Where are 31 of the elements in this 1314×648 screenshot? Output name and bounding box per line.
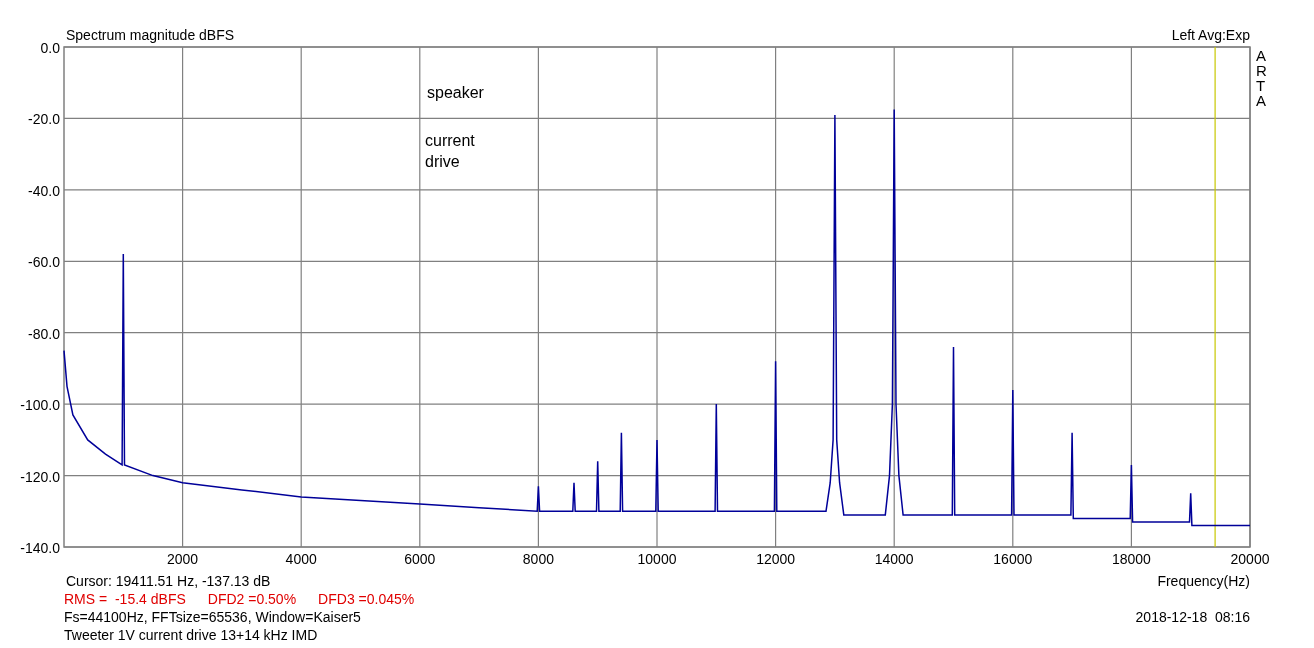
axis-tick-label: -20.0	[28, 111, 60, 128]
timestamp: 2018-12-18 08:16	[1135, 609, 1250, 627]
axis-tick-label: 8000	[522, 551, 554, 567]
axis-tick-label: 18000	[1111, 551, 1151, 567]
chart-title: Spectrum magnitude dBFS	[66, 27, 235, 43]
axis-tick-label: 6000	[404, 551, 436, 567]
axis-tick-label: -40.0	[28, 182, 60, 199]
measurement-text: DFD2 =0.50%	[207, 591, 297, 609]
axis-tick-label: 12000	[756, 551, 796, 567]
axis-tick-label: 14000	[874, 551, 914, 567]
axis-tick-label: 10000	[637, 551, 677, 567]
channel-info: Left Avg:Exp	[1171, 27, 1250, 43]
measurement-text: RMS = -15.4 dBFS	[64, 591, 186, 609]
x-axis-label: Frequency(Hz)	[1157, 573, 1250, 591]
axis-tick-label: 4000	[285, 551, 317, 567]
axis-tick-label: 2000	[167, 551, 199, 567]
axis-tick-label: -100.0	[20, 397, 60, 414]
settings-text: Fs=44100Hz, FFTsize=65536, Window=Kaiser5	[64, 609, 361, 627]
brand-label: ARTA	[1256, 48, 1268, 108]
axis-tick-label: 20000	[1230, 551, 1270, 567]
measurement-text: DFD3 =0.045%	[318, 591, 415, 609]
axis-tick-label: -140.0	[20, 540, 60, 556]
axis-tick-label: 0.0	[40, 40, 60, 56]
annotation-text: speaker	[427, 84, 484, 101]
axis-tick-label: -80.0	[28, 325, 60, 342]
cursor-readout: Cursor: 19411.51 Hz, -137.13 dB	[65, 573, 271, 591]
axis-tick-label: 16000	[993, 551, 1033, 567]
axis-tick-label: -120.0	[20, 468, 60, 485]
description-text: Tweeter 1V current drive 13+14 kHz IMD	[64, 627, 318, 645]
annotation-text: current drive	[425, 132, 475, 170]
axis-tick-label: -60.0	[28, 254, 60, 271]
